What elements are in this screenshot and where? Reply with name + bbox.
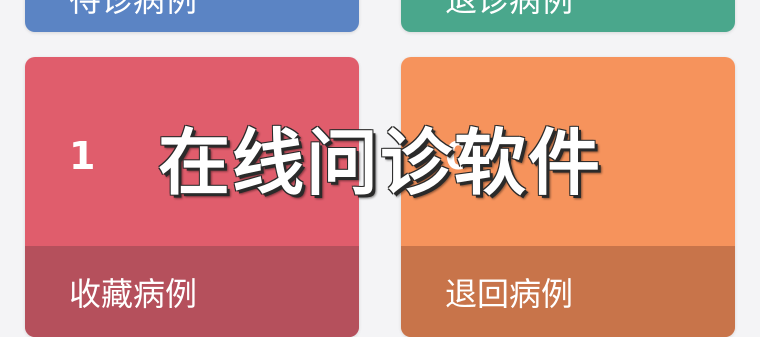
card-favorite-cases[interactable]: 1 收藏病例 [25, 57, 359, 337]
favorite-cases-label: 收藏病例 [69, 274, 198, 313]
returned-cases-label: 退回病例 [445, 274, 574, 313]
card-withdrawn-cases-label: 退诊病例 [445, 0, 574, 19]
favorite-cases-footer: 收藏病例 [25, 246, 359, 337]
card-withdrawn-cases[interactable]: 退诊病例 [401, 0, 735, 32]
card-pending-cases-label: 待诊病例 [69, 0, 198, 19]
returned-cases-count: 0 [445, 134, 472, 178]
returned-cases-footer: 退回病例 [401, 246, 735, 337]
favorite-cases-count: 1 [69, 134, 96, 178]
card-returned-cases[interactable]: 0 退回病例 [401, 57, 735, 337]
card-pending-cases[interactable]: 待诊病例 [25, 0, 359, 32]
